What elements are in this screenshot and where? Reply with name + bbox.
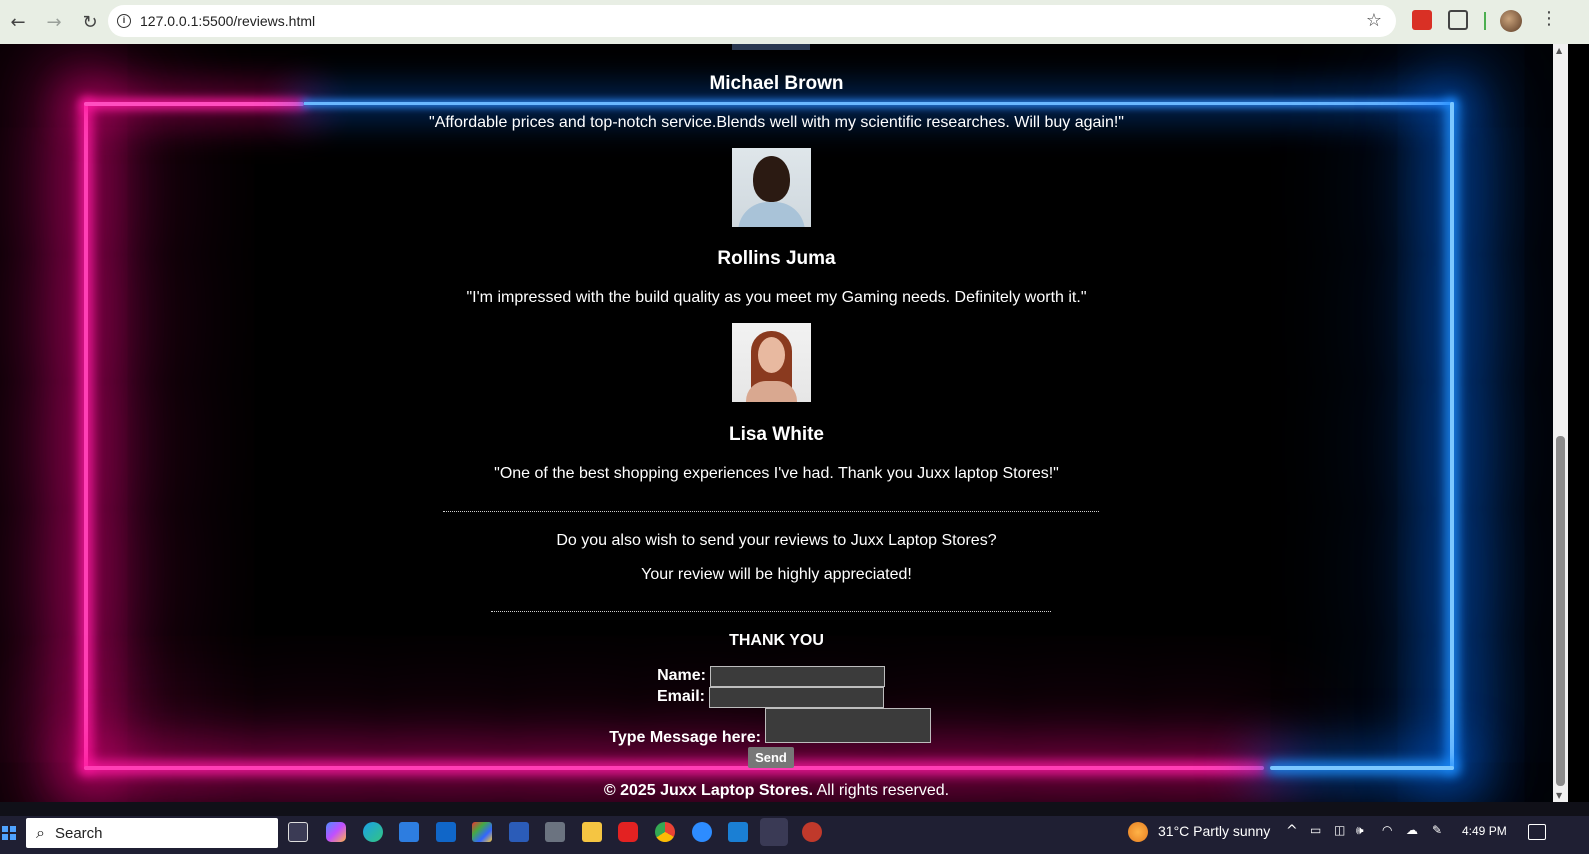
name-input[interactable]: [710, 666, 885, 687]
taskbar-gap: [0, 802, 1589, 816]
notification-icon[interactable]: [1528, 824, 1546, 840]
cta-appreciation: Your review will be highly appreciated!: [641, 566, 912, 583]
vertical-scrollbar[interactable]: ▲ ▼: [1553, 44, 1568, 802]
reviews-content: Michael Brown "Affordable prices and top…: [0, 44, 1553, 802]
tray-chevron-icon[interactable]: ^: [1286, 823, 1298, 839]
form-heading: THANK YOU: [729, 632, 824, 649]
reviewer-photo: [732, 148, 811, 227]
wifi-icon[interactable]: ◠: [1382, 823, 1392, 837]
battery-icon[interactable]: ▭: [1310, 823, 1321, 837]
pen-icon[interactable]: ✎: [1432, 823, 1442, 837]
weather-icon[interactable]: [1128, 822, 1148, 842]
youtube-icon[interactable]: [618, 822, 638, 842]
weather-text[interactable]: 31°C Partly sunny: [1158, 823, 1270, 839]
cta-question: Do you also wish to send your reviews to…: [556, 532, 997, 549]
windows-start-icon[interactable]: [2, 826, 16, 840]
browser-menu-icon[interactable]: ⋮: [1540, 8, 1558, 29]
extension-icon[interactable]: [1412, 10, 1432, 30]
email-label: Email:: [656, 688, 705, 705]
footer-rights: All rights reserved.: [813, 782, 950, 799]
bookmark-star-icon[interactable]: ☆: [1366, 10, 1382, 31]
word-icon[interactable]: [509, 822, 529, 842]
display-icon[interactable]: ◫: [1334, 823, 1345, 837]
onedrive-icon[interactable]: ☁: [1406, 823, 1418, 837]
review-quote: "Affordable prices and top-notch service…: [429, 114, 1124, 131]
scroll-thumb[interactable]: [1556, 436, 1565, 786]
email-input[interactable]: [709, 687, 884, 708]
reviewer-name: Lisa White: [728, 424, 824, 445]
search-icon: ⌕: [36, 823, 45, 842]
back-arrow-icon[interactable]: ←: [0, 4, 36, 40]
extensions-puzzle-icon[interactable]: [1448, 10, 1468, 30]
copilot-icon[interactable]: [326, 822, 346, 842]
file-explorer-icon[interactable]: [582, 822, 602, 842]
footer-copyright: © 2025 Juxx Laptop Stores. All rights re…: [0, 782, 1553, 800]
taskbar-search[interactable]: ⌕ Search: [26, 818, 278, 848]
scroll-down-arrow-icon[interactable]: ▼: [1556, 791, 1562, 800]
page-viewport: Michael Brown "Affordable prices and top…: [0, 44, 1553, 802]
divider: [443, 511, 1099, 512]
taskbar-clock[interactable]: 4:49 PM: [1462, 824, 1507, 838]
reviewer-name: Rollins Juma: [717, 248, 836, 269]
app-icon[interactable]: [472, 822, 492, 842]
taskbar-search-placeholder: Search: [54, 824, 103, 842]
message-textarea[interactable]: [765, 708, 931, 743]
browser-toolbar: ← → ↻ i 127.0.0.1:5500/reviews.html ☆ ⋮: [0, 0, 1589, 44]
previous-photo-edge: [732, 44, 810, 50]
site-info-icon[interactable]: i: [108, 14, 140, 28]
outlook-icon[interactable]: [436, 822, 456, 842]
address-url[interactable]: 127.0.0.1:5500/reviews.html: [140, 13, 315, 29]
profile-avatar[interactable]: [1500, 10, 1522, 32]
footer-brand: © 2025 Juxx Laptop Stores.: [603, 782, 814, 799]
review-quote: "One of the best shopping experiences I'…: [494, 465, 1059, 482]
app-icon[interactable]: [802, 822, 822, 842]
toolbar-separator: [1484, 12, 1486, 30]
message-label: Type Message here:: [609, 729, 761, 746]
volume-icon[interactable]: 🕪: [1356, 823, 1364, 838]
review-quote: "I'm impressed with the build quality as…: [466, 289, 1087, 306]
send-button[interactable]: Send: [748, 747, 794, 768]
reviewer-name: Michael Brown: [709, 73, 844, 94]
edge-icon[interactable]: [363, 822, 383, 842]
store-icon[interactable]: [399, 822, 419, 842]
reviewer-photo: [732, 323, 811, 402]
zoom-icon[interactable]: [692, 822, 712, 842]
forward-arrow-icon[interactable]: →: [36, 4, 72, 40]
scroll-up-arrow-icon[interactable]: ▲: [1556, 46, 1562, 55]
address-bar[interactable]: i 127.0.0.1:5500/reviews.html ☆: [108, 5, 1396, 37]
reload-icon[interactable]: ↻: [72, 4, 108, 40]
task-view-icon[interactable]: [288, 822, 308, 842]
divider: [491, 611, 1051, 612]
chrome-active-icon[interactable]: [760, 818, 788, 846]
window-edge: [1568, 44, 1589, 802]
chrome-icon[interactable]: [655, 822, 675, 842]
name-label: Name:: [657, 667, 706, 684]
calculator-icon[interactable]: [545, 822, 565, 842]
vscode-icon[interactable]: [728, 822, 748, 842]
